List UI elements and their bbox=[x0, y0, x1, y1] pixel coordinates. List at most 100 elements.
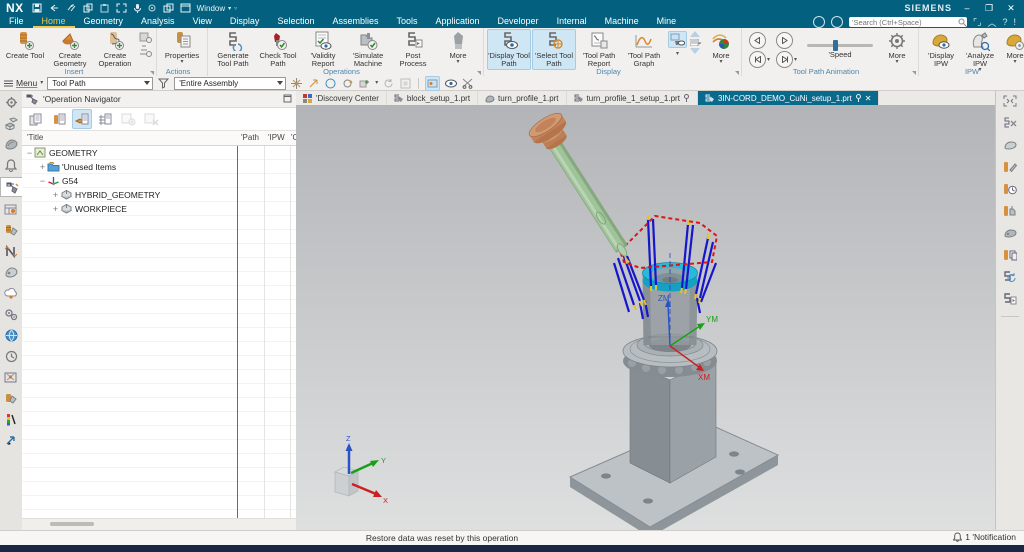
refresh-icon[interactable] bbox=[382, 77, 395, 90]
add-object-icon[interactable] bbox=[358, 77, 371, 90]
next-path-icon[interactable] bbox=[690, 48, 702, 54]
paste-icon[interactable] bbox=[100, 3, 110, 13]
cutting-tool[interactable] bbox=[526, 109, 630, 264]
graphics-viewport[interactable]: ZM YM XM bbox=[296, 105, 996, 530]
selection-filter-icon[interactable] bbox=[157, 77, 170, 90]
machine-table-display-icon[interactable] bbox=[425, 76, 440, 91]
tree-row-workpiece[interactable]: + WORKPIECE bbox=[22, 202, 296, 216]
select-tool-path-button[interactable]: 'Select Tool Path bbox=[532, 29, 576, 70]
operation-navigator-tab-icon[interactable] bbox=[0, 177, 22, 197]
simulate-machine-button[interactable]: 'Simulate Machine bbox=[346, 29, 390, 70]
machine-simulation-icon[interactable] bbox=[1003, 204, 1017, 222]
machine-tool-navigator-icon[interactable] bbox=[1, 200, 21, 218]
collapse-icon[interactable]: − bbox=[38, 176, 47, 186]
tool-display-dropdown-icon[interactable]: ▾ bbox=[668, 50, 687, 57]
machining-method-view-button[interactable] bbox=[95, 109, 115, 129]
post-process-button[interactable]: Post Process bbox=[391, 29, 435, 70]
display-tool-path-button[interactable]: 'Display Tool Path bbox=[487, 29, 531, 70]
create-program-group-button[interactable] bbox=[118, 109, 138, 129]
pin-icon[interactable] bbox=[683, 94, 690, 102]
vector-arrow-icon[interactable] bbox=[1, 431, 21, 449]
machine-tool-view-button[interactable] bbox=[49, 109, 69, 129]
tool-path-report-button[interactable]: 'Tool Path Report bbox=[577, 29, 621, 70]
navigator-horizontal-scrollbar[interactable] bbox=[22, 518, 296, 530]
selection-scope-combo[interactable]: 'Entire Assembly bbox=[174, 77, 286, 90]
go-to-end-button[interactable] bbox=[776, 51, 793, 68]
tab-analysis[interactable]: Analysis bbox=[132, 16, 184, 28]
close-tab-icon[interactable]: ✕ bbox=[865, 94, 872, 103]
tab-geometry[interactable]: Geometry bbox=[75, 16, 133, 28]
check-tool-path-button[interactable]: Check Tool Path bbox=[256, 29, 300, 70]
expand-icon[interactable]: + bbox=[38, 162, 47, 172]
select-handles-icon[interactable] bbox=[307, 77, 320, 90]
tree-row-g54[interactable]: − G54 bbox=[22, 174, 296, 188]
clip-section-icon[interactable] bbox=[461, 77, 474, 90]
scrollbar-thumb[interactable] bbox=[50, 522, 94, 526]
edit-operation-icon[interactable] bbox=[1003, 160, 1017, 178]
tree-row-hybrid-geometry[interactable]: + HYBRID_GEOMETRY bbox=[22, 188, 296, 202]
play-backward-button[interactable] bbox=[749, 32, 766, 49]
operations-dialog-launcher[interactable] bbox=[477, 71, 481, 75]
previous-path-icon[interactable] bbox=[690, 31, 702, 37]
delete-operation-button[interactable] bbox=[141, 109, 161, 129]
alert-icon[interactable]: ! bbox=[1013, 17, 1016, 27]
process-assistant-icon[interactable] bbox=[1, 263, 21, 281]
feedback-positive-icon[interactable] bbox=[813, 16, 825, 28]
column-divider-ipw[interactable] bbox=[264, 146, 265, 518]
color-palette-icon[interactable] bbox=[1, 410, 21, 428]
constraint-navigator-icon[interactable] bbox=[1, 135, 21, 153]
part-family-icon[interactable] bbox=[1, 389, 21, 407]
tab-machine[interactable]: Machine bbox=[596, 16, 648, 28]
window-dropdown[interactable]: Window ▾▿ bbox=[197, 4, 237, 13]
ipw-shell-icon[interactable] bbox=[1003, 226, 1017, 244]
column-divider-path[interactable] bbox=[237, 146, 238, 518]
tab-view[interactable]: View bbox=[184, 16, 221, 28]
undo-icon[interactable] bbox=[48, 3, 60, 13]
restore-button[interactable]: ❐ bbox=[982, 3, 996, 14]
tab-home[interactable]: Home bbox=[33, 16, 75, 28]
validity-report-button[interactable]: 'Validity Report bbox=[301, 29, 345, 70]
tool-library-icon[interactable] bbox=[1, 221, 21, 239]
expand-icon[interactable]: + bbox=[51, 190, 60, 200]
navigator-column-headers[interactable]: 'Title 'Path 'IPW 'Char bbox=[22, 131, 296, 146]
tab-mine[interactable]: Mine bbox=[648, 16, 686, 28]
pin-icon[interactable] bbox=[855, 94, 862, 102]
rotate-view-icon[interactable] bbox=[341, 77, 354, 90]
resize-view-icon[interactable] bbox=[1003, 94, 1017, 112]
tab-assemblies[interactable]: Assemblies bbox=[323, 16, 387, 28]
speed-slider-handle[interactable] bbox=[833, 40, 838, 51]
insert-gallery-icon-2[interactable] bbox=[139, 45, 152, 57]
cam-scene[interactable]: ZM YM XM bbox=[296, 105, 996, 530]
notifications-bell-icon[interactable] bbox=[1, 156, 21, 174]
undock-panel-icon[interactable] bbox=[283, 94, 292, 105]
show-hide-icon[interactable] bbox=[444, 77, 457, 90]
gear-pair-icon[interactable] bbox=[1, 305, 21, 323]
generate-tool-path-button[interactable]: Generate Tool Path bbox=[211, 29, 255, 70]
display-ipw-button[interactable]: 'Display IPW bbox=[922, 29, 960, 70]
tab-developer[interactable]: Developer bbox=[489, 16, 548, 28]
operations-more-button[interactable]: More ▾ bbox=[436, 29, 480, 66]
play-forward-button[interactable] bbox=[776, 32, 793, 49]
save-icon[interactable] bbox=[32, 3, 42, 13]
create-operation-button[interactable]: Create Operation bbox=[93, 29, 137, 70]
analyze-ipw-button[interactable]: 'Analyze IPW ▾ bbox=[961, 29, 999, 74]
display-more-button[interactable]: More ▾ bbox=[704, 29, 738, 66]
help-icon[interactable]: ? bbox=[1002, 17, 1007, 27]
notification-area[interactable]: 1 'Notification bbox=[953, 532, 1016, 542]
circle-select-icon[interactable] bbox=[324, 77, 337, 90]
tab-internal[interactable]: Internal bbox=[548, 16, 596, 28]
machine-connection-icon[interactable] bbox=[1, 242, 21, 260]
display-3d-tool-icon[interactable] bbox=[668, 31, 687, 48]
toolbox-icon[interactable] bbox=[1, 368, 21, 386]
assembly-navigator-icon[interactable] bbox=[1, 114, 21, 132]
collapse-icon[interactable]: − bbox=[25, 148, 34, 158]
feedback-negative-icon[interactable] bbox=[831, 16, 843, 28]
create-geometry-button[interactable]: Create Geometry bbox=[48, 29, 92, 70]
tab-turn-profile[interactable]: turn_profile_1.prt bbox=[478, 91, 566, 105]
roles-gear-icon[interactable] bbox=[1, 93, 21, 111]
ipw-more-button[interactable]: More ▾ bbox=[1000, 29, 1024, 66]
expand-icon[interactable]: + bbox=[51, 204, 60, 214]
post-output-icon[interactable] bbox=[1003, 292, 1017, 310]
operation-time-icon[interactable] bbox=[1003, 182, 1017, 200]
tab-application[interactable]: Application bbox=[427, 16, 489, 28]
